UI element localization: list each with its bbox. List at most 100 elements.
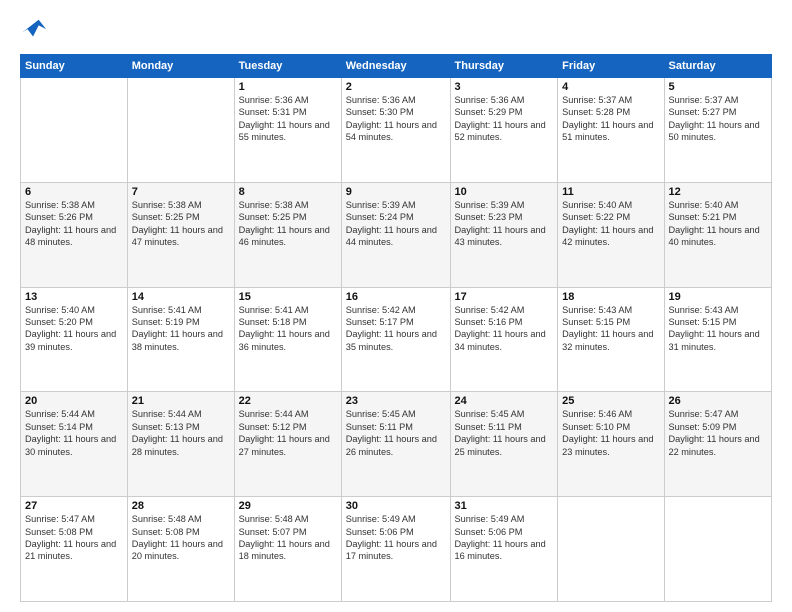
day-header: Saturday bbox=[664, 55, 772, 78]
calendar-cell bbox=[21, 78, 128, 183]
calendar-cell: 1Sunrise: 5:36 AM Sunset: 5:31 PM Daylig… bbox=[234, 78, 341, 183]
day-info: Sunrise: 5:42 AM Sunset: 5:16 PM Dayligh… bbox=[455, 304, 554, 354]
day-info: Sunrise: 5:40 AM Sunset: 5:20 PM Dayligh… bbox=[25, 304, 123, 354]
calendar-week-row: 1Sunrise: 5:36 AM Sunset: 5:31 PM Daylig… bbox=[21, 78, 772, 183]
day-info: Sunrise: 5:42 AM Sunset: 5:17 PM Dayligh… bbox=[346, 304, 446, 354]
day-info: Sunrise: 5:39 AM Sunset: 5:23 PM Dayligh… bbox=[455, 199, 554, 249]
day-number: 30 bbox=[346, 500, 446, 512]
day-number: 28 bbox=[132, 500, 230, 512]
calendar-week-row: 6Sunrise: 5:38 AM Sunset: 5:26 PM Daylig… bbox=[21, 182, 772, 287]
day-number: 1 bbox=[239, 81, 337, 93]
day-number: 4 bbox=[562, 81, 659, 93]
day-info: Sunrise: 5:43 AM Sunset: 5:15 PM Dayligh… bbox=[669, 304, 768, 354]
day-info: Sunrise: 5:41 AM Sunset: 5:19 PM Dayligh… bbox=[132, 304, 230, 354]
day-header: Thursday bbox=[450, 55, 558, 78]
calendar-cell: 9Sunrise: 5:39 AM Sunset: 5:24 PM Daylig… bbox=[341, 182, 450, 287]
day-info: Sunrise: 5:45 AM Sunset: 5:11 PM Dayligh… bbox=[455, 408, 554, 458]
calendar-cell: 14Sunrise: 5:41 AM Sunset: 5:19 PM Dayli… bbox=[127, 287, 234, 392]
calendar-cell bbox=[558, 497, 664, 602]
calendar-cell: 25Sunrise: 5:46 AM Sunset: 5:10 PM Dayli… bbox=[558, 392, 664, 497]
calendar-cell: 17Sunrise: 5:42 AM Sunset: 5:16 PM Dayli… bbox=[450, 287, 558, 392]
day-number: 8 bbox=[239, 186, 337, 198]
calendar-cell: 24Sunrise: 5:45 AM Sunset: 5:11 PM Dayli… bbox=[450, 392, 558, 497]
day-info: Sunrise: 5:36 AM Sunset: 5:31 PM Dayligh… bbox=[239, 94, 337, 144]
calendar-cell: 7Sunrise: 5:38 AM Sunset: 5:25 PM Daylig… bbox=[127, 182, 234, 287]
day-number: 17 bbox=[455, 291, 554, 303]
calendar-cell: 31Sunrise: 5:49 AM Sunset: 5:06 PM Dayli… bbox=[450, 497, 558, 602]
calendar-header-row: SundayMondayTuesdayWednesdayThursdayFrid… bbox=[21, 55, 772, 78]
day-number: 3 bbox=[455, 81, 554, 93]
page: SundayMondayTuesdayWednesdayThursdayFrid… bbox=[0, 0, 792, 612]
calendar-week-row: 20Sunrise: 5:44 AM Sunset: 5:14 PM Dayli… bbox=[21, 392, 772, 497]
calendar-cell: 27Sunrise: 5:47 AM Sunset: 5:08 PM Dayli… bbox=[21, 497, 128, 602]
calendar-cell bbox=[664, 497, 772, 602]
calendar-cell: 21Sunrise: 5:44 AM Sunset: 5:13 PM Dayli… bbox=[127, 392, 234, 497]
day-header: Sunday bbox=[21, 55, 128, 78]
calendar-cell: 6Sunrise: 5:38 AM Sunset: 5:26 PM Daylig… bbox=[21, 182, 128, 287]
calendar-week-row: 13Sunrise: 5:40 AM Sunset: 5:20 PM Dayli… bbox=[21, 287, 772, 392]
calendar-cell: 19Sunrise: 5:43 AM Sunset: 5:15 PM Dayli… bbox=[664, 287, 772, 392]
calendar-cell: 10Sunrise: 5:39 AM Sunset: 5:23 PM Dayli… bbox=[450, 182, 558, 287]
day-header: Wednesday bbox=[341, 55, 450, 78]
logo-icon bbox=[20, 16, 48, 44]
day-number: 9 bbox=[346, 186, 446, 198]
calendar-cell: 11Sunrise: 5:40 AM Sunset: 5:22 PM Dayli… bbox=[558, 182, 664, 287]
day-number: 10 bbox=[455, 186, 554, 198]
day-info: Sunrise: 5:41 AM Sunset: 5:18 PM Dayligh… bbox=[239, 304, 337, 354]
day-number: 24 bbox=[455, 395, 554, 407]
calendar: SundayMondayTuesdayWednesdayThursdayFrid… bbox=[20, 54, 772, 602]
day-number: 22 bbox=[239, 395, 337, 407]
calendar-cell: 20Sunrise: 5:44 AM Sunset: 5:14 PM Dayli… bbox=[21, 392, 128, 497]
day-info: Sunrise: 5:36 AM Sunset: 5:30 PM Dayligh… bbox=[346, 94, 446, 144]
day-info: Sunrise: 5:43 AM Sunset: 5:15 PM Dayligh… bbox=[562, 304, 659, 354]
logo bbox=[20, 16, 52, 44]
day-number: 6 bbox=[25, 186, 123, 198]
day-number: 13 bbox=[25, 291, 123, 303]
calendar-cell: 15Sunrise: 5:41 AM Sunset: 5:18 PM Dayli… bbox=[234, 287, 341, 392]
day-header: Tuesday bbox=[234, 55, 341, 78]
day-info: Sunrise: 5:38 AM Sunset: 5:25 PM Dayligh… bbox=[239, 199, 337, 249]
day-info: Sunrise: 5:46 AM Sunset: 5:10 PM Dayligh… bbox=[562, 408, 659, 458]
calendar-cell: 16Sunrise: 5:42 AM Sunset: 5:17 PM Dayli… bbox=[341, 287, 450, 392]
day-number: 20 bbox=[25, 395, 123, 407]
day-number: 7 bbox=[132, 186, 230, 198]
day-number: 21 bbox=[132, 395, 230, 407]
day-info: Sunrise: 5:44 AM Sunset: 5:13 PM Dayligh… bbox=[132, 408, 230, 458]
day-number: 12 bbox=[669, 186, 768, 198]
day-info: Sunrise: 5:37 AM Sunset: 5:27 PM Dayligh… bbox=[669, 94, 768, 144]
calendar-cell: 30Sunrise: 5:49 AM Sunset: 5:06 PM Dayli… bbox=[341, 497, 450, 602]
day-number: 11 bbox=[562, 186, 659, 198]
day-header: Monday bbox=[127, 55, 234, 78]
day-number: 16 bbox=[346, 291, 446, 303]
day-info: Sunrise: 5:36 AM Sunset: 5:29 PM Dayligh… bbox=[455, 94, 554, 144]
calendar-cell: 13Sunrise: 5:40 AM Sunset: 5:20 PM Dayli… bbox=[21, 287, 128, 392]
day-number: 19 bbox=[669, 291, 768, 303]
day-info: Sunrise: 5:49 AM Sunset: 5:06 PM Dayligh… bbox=[346, 513, 446, 563]
calendar-week-row: 27Sunrise: 5:47 AM Sunset: 5:08 PM Dayli… bbox=[21, 497, 772, 602]
day-number: 26 bbox=[669, 395, 768, 407]
day-number: 2 bbox=[346, 81, 446, 93]
calendar-cell: 8Sunrise: 5:38 AM Sunset: 5:25 PM Daylig… bbox=[234, 182, 341, 287]
day-info: Sunrise: 5:47 AM Sunset: 5:08 PM Dayligh… bbox=[25, 513, 123, 563]
day-header: Friday bbox=[558, 55, 664, 78]
day-info: Sunrise: 5:37 AM Sunset: 5:28 PM Dayligh… bbox=[562, 94, 659, 144]
day-info: Sunrise: 5:44 AM Sunset: 5:12 PM Dayligh… bbox=[239, 408, 337, 458]
calendar-cell: 3Sunrise: 5:36 AM Sunset: 5:29 PM Daylig… bbox=[450, 78, 558, 183]
calendar-cell: 22Sunrise: 5:44 AM Sunset: 5:12 PM Dayli… bbox=[234, 392, 341, 497]
day-number: 14 bbox=[132, 291, 230, 303]
day-number: 25 bbox=[562, 395, 659, 407]
day-info: Sunrise: 5:40 AM Sunset: 5:22 PM Dayligh… bbox=[562, 199, 659, 249]
calendar-cell: 23Sunrise: 5:45 AM Sunset: 5:11 PM Dayli… bbox=[341, 392, 450, 497]
calendar-cell: 4Sunrise: 5:37 AM Sunset: 5:28 PM Daylig… bbox=[558, 78, 664, 183]
calendar-cell: 26Sunrise: 5:47 AM Sunset: 5:09 PM Dayli… bbox=[664, 392, 772, 497]
calendar-cell bbox=[127, 78, 234, 183]
header bbox=[20, 16, 772, 44]
day-info: Sunrise: 5:48 AM Sunset: 5:08 PM Dayligh… bbox=[132, 513, 230, 563]
day-number: 31 bbox=[455, 500, 554, 512]
day-number: 5 bbox=[669, 81, 768, 93]
day-info: Sunrise: 5:49 AM Sunset: 5:06 PM Dayligh… bbox=[455, 513, 554, 563]
day-info: Sunrise: 5:38 AM Sunset: 5:26 PM Dayligh… bbox=[25, 199, 123, 249]
day-number: 18 bbox=[562, 291, 659, 303]
calendar-cell: 5Sunrise: 5:37 AM Sunset: 5:27 PM Daylig… bbox=[664, 78, 772, 183]
day-number: 27 bbox=[25, 500, 123, 512]
